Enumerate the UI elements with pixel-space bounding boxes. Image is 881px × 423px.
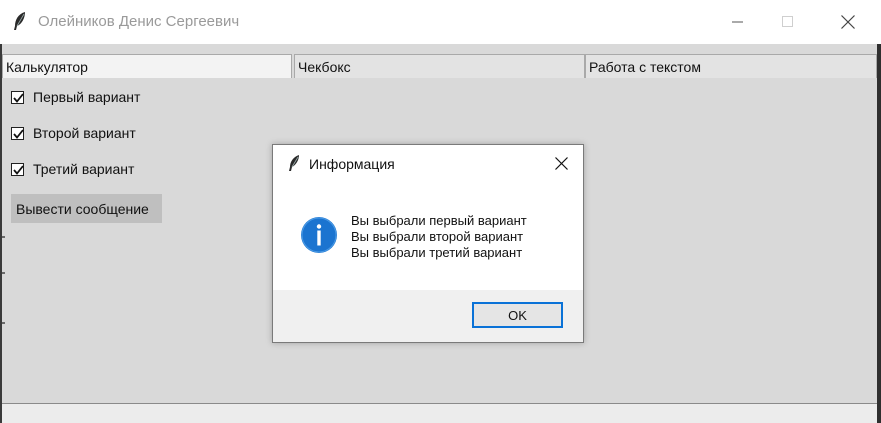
close-icon: [841, 15, 855, 29]
maximize-icon: [782, 16, 793, 27]
window-title: Олейников Денис Сергеевич: [38, 13, 240, 30]
dialog-title-bar[interactable]: Информация: [273, 145, 583, 181]
tab-checkbox[interactable]: Чекбокс: [294, 54, 585, 78]
show-message-button[interactable]: Вывести сообщение: [11, 194, 162, 223]
checkbox-third[interactable]: Третий вариант: [11, 159, 134, 179]
feather-icon: [12, 11, 28, 31]
edge-mark: [2, 236, 5, 238]
minimize-icon: [732, 21, 743, 23]
checkbox-first[interactable]: Первый вариант: [11, 87, 140, 107]
checkbox-second[interactable]: Второй вариант: [11, 123, 136, 143]
minimize-button[interactable]: [715, 0, 761, 44]
window-border-right: [877, 44, 881, 423]
close-button[interactable]: [824, 0, 870, 44]
dialog-close-button[interactable]: [545, 149, 577, 177]
ok-button[interactable]: OK: [472, 302, 563, 328]
edge-mark: [2, 322, 5, 324]
message-line: Вы выбрали первый вариант: [351, 213, 527, 228]
message-line: Вы выбрали третий вариант: [351, 245, 523, 260]
dialog-message: Вы выбрали первый вариант Вы выбрали вто…: [351, 213, 527, 261]
info-icon: [300, 216, 338, 254]
checkmark-icon: [13, 128, 24, 139]
checkbox-first-box[interactable]: [11, 90, 24, 104]
feather-icon: [287, 154, 301, 172]
title-bar[interactable]: Олейников Денис Сергеевич: [0, 0, 881, 44]
dialog-title: Информация: [309, 156, 395, 172]
info-dialog: Информация Вы выбрали первый вариант Вы …: [272, 144, 584, 343]
tab-text[interactable]: Работа с текстом: [585, 54, 877, 78]
checkbox-second-box[interactable]: [11, 126, 24, 140]
checkbox-third-box[interactable]: [11, 162, 24, 176]
main-window: Олейников Денис Сергеевич Калькулятор Че…: [0, 0, 881, 423]
tab-bar: Калькулятор Чекбокс Работа с текстом: [2, 54, 877, 78]
checkbox-second-label: Второй вариант: [33, 125, 136, 141]
edge-mark: [2, 272, 5, 274]
tab-calculator[interactable]: Калькулятор: [2, 54, 292, 78]
bottom-panel: [2, 403, 877, 423]
checkbox-third-label: Третий вариант: [33, 161, 135, 177]
close-icon: [555, 157, 568, 170]
checkmark-icon: [13, 164, 24, 175]
maximize-button[interactable]: [765, 0, 811, 44]
checkmark-icon: [13, 92, 24, 103]
dialog-body: Вы выбрали первый вариант Вы выбрали вто…: [273, 181, 583, 290]
checkbox-first-label: Первый вариант: [33, 89, 141, 105]
message-line: Вы выбрали второй вариант: [351, 229, 524, 244]
